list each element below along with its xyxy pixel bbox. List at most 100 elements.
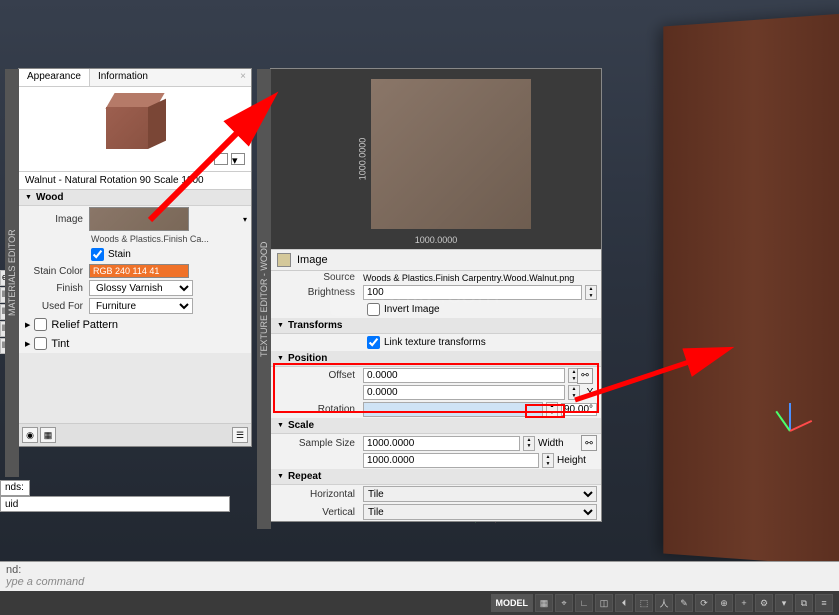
sample-w-spinner[interactable]: ▲▼ [523, 436, 535, 451]
close-icon[interactable]: × [237, 71, 249, 83]
status-polar-icon[interactable]: ◫ [595, 594, 613, 612]
section-tint[interactable]: Tint [19, 334, 251, 353]
texture-editor-panel: TEXTURE EDITOR - WOOD × 1000.0000 1000.0… [270, 68, 602, 522]
sample-height-input[interactable] [363, 453, 539, 468]
materials-editor-title: MATERIALS EDITOR [5, 69, 19, 477]
status-gear-icon[interactable]: ⚙ [755, 594, 773, 612]
status-menu-icon[interactable]: ≡ [815, 594, 833, 612]
status-3dosnap-icon[interactable]: ⊕ [715, 594, 733, 612]
gizmo-z-axis [789, 403, 791, 431]
material-name: Walnut - Natural Rotation 90 Scale 1000 [19, 172, 251, 190]
offset-y-spinner[interactable]: ▲▼ [568, 385, 580, 400]
link-icon[interactable]: ⚯ [577, 368, 593, 384]
command-prompt: ype a command [6, 576, 833, 588]
preview-shape-button[interactable] [214, 153, 228, 165]
finish-label: Finish [23, 283, 89, 294]
section-scale[interactable]: Scale [271, 418, 601, 434]
preview-dropdown-icon[interactable]: ▾ [231, 153, 245, 165]
footer-grid-icon[interactable]: ▦ [40, 427, 56, 443]
sample-size-label: Sample Size [275, 438, 363, 449]
gizmo-x-axis [790, 420, 813, 432]
command-line[interactable]: nd: ype a command [0, 561, 839, 591]
texture-editor-title: TEXTURE EDITOR - WOOD [257, 69, 271, 529]
brightness-label: Brightness [275, 287, 363, 298]
section-position[interactable]: Position [271, 351, 601, 367]
cmd-nd: nd: [6, 564, 833, 576]
tab-information[interactable]: Information [90, 69, 156, 86]
used-for-label: Used For [23, 301, 89, 312]
brightness-spinner[interactable]: ▲▼ [585, 285, 597, 300]
section-image[interactable]: Image [271, 249, 601, 271]
stain-color-swatch[interactable]: RGB 240 114 41 [89, 264, 189, 278]
preview-dim-vertical: 1000.0000 [357, 138, 367, 181]
stain-checkbox[interactable] [91, 248, 104, 261]
sample-width-input[interactable] [363, 436, 520, 451]
preview-cube [104, 93, 166, 151]
image-caption: Woods & Plastics.Finish Ca... [19, 232, 251, 246]
section-wood[interactable]: Wood [19, 190, 251, 206]
status-dropdown-icon[interactable]: ▾ [775, 594, 793, 612]
status-cycle-icon[interactable]: ⟳ [695, 594, 713, 612]
offset-y-input[interactable] [363, 385, 565, 400]
preview-dim-horizontal: 1000.0000 [415, 235, 458, 245]
offset-label: Offset [275, 370, 363, 381]
wood-panel-3d [663, 13, 839, 567]
vertical-label: Vertical [275, 507, 363, 518]
link-transforms-label: Link texture transforms [384, 337, 486, 348]
section-repeat[interactable]: Repeat [271, 469, 601, 485]
image-icon [277, 253, 291, 267]
rotation-input[interactable] [363, 402, 543, 417]
footer-mat-icon[interactable]: ◉ [22, 427, 38, 443]
image-label: Image [23, 214, 89, 225]
brightness-input[interactable] [363, 285, 582, 300]
status-plus-icon[interactable]: + [735, 594, 753, 612]
status-snap-icon[interactable]: ⌖ [555, 594, 573, 612]
texture-swatch [371, 79, 531, 229]
finish-dropdown[interactable]: Glossy Varnish [89, 280, 193, 296]
rotation-label: Rotation [275, 404, 363, 415]
materials-editor-tabs: Appearance Information [19, 69, 251, 87]
invert-label: Invert Image [384, 304, 440, 315]
stain-color-label: Stain Color [23, 266, 89, 277]
link-icon[interactable]: ⚯ [581, 435, 597, 451]
image-swatch[interactable] [89, 207, 189, 231]
section-relief-pattern[interactable]: Relief Pattern [19, 315, 251, 334]
status-osnap-icon[interactable]: ⬚ [635, 594, 653, 612]
status-iso-icon[interactable]: ⏴ [615, 594, 633, 612]
status-ortho-icon[interactable]: ∟ [575, 594, 593, 612]
status-bar: MODEL ▦ ⌖ ∟ ◫ ⏴ ⬚ 人 ✎ ⟳ ⊕ + ⚙ ▾ ⧉ ≡ [0, 591, 839, 615]
status-lwt-icon[interactable]: ✎ [675, 594, 693, 612]
vertical-repeat-dropdown[interactable]: Tile [363, 504, 597, 520]
footer-menu-icon[interactable]: ☰ [232, 427, 248, 443]
invert-checkbox[interactable] [367, 303, 380, 316]
source-label: Source [275, 272, 363, 283]
link-transforms-checkbox[interactable] [367, 336, 380, 349]
materials-editor-panel: MATERIALS EDITOR × Appearance Informatio… [18, 68, 252, 447]
tab-appearance[interactable]: Appearance [19, 69, 90, 86]
stain-label: Stain [108, 249, 131, 260]
source-value: Woods & Plastics.Finish Carpentry.Wood.W… [363, 273, 574, 283]
nds-label: nds: [0, 480, 30, 496]
rotation-spinner[interactable]: ▲▼ [546, 402, 558, 417]
height-label: Height [557, 455, 597, 466]
used-for-dropdown[interactable]: Furniture [89, 298, 193, 314]
section-transforms[interactable]: Transforms [271, 318, 601, 334]
sample-h-spinner[interactable]: ▲▼ [542, 453, 554, 468]
relief-checkbox[interactable] [34, 318, 47, 331]
status-max-icon[interactable]: ⧉ [795, 594, 813, 612]
y-axis-label: Y [583, 387, 597, 398]
tint-checkbox[interactable] [34, 337, 47, 350]
material-preview: ▾ [19, 87, 251, 172]
width-label: Width [538, 438, 578, 449]
status-grid-icon[interactable]: ▦ [535, 594, 553, 612]
view-gizmo[interactable] [769, 391, 809, 431]
image-dropdown-icon[interactable]: ▾ [243, 215, 247, 224]
horizontal-label: Horizontal [275, 489, 363, 500]
rotation-value: 90.00° [561, 403, 597, 416]
uid-input[interactable] [0, 496, 230, 512]
offset-x-input[interactable] [363, 368, 565, 383]
texture-preview: 1000.0000 1000.0000 [271, 69, 601, 249]
horizontal-repeat-dropdown[interactable]: Tile [363, 486, 597, 502]
model-button[interactable]: MODEL [491, 594, 534, 612]
status-dyn-icon[interactable]: 人 [655, 594, 673, 612]
